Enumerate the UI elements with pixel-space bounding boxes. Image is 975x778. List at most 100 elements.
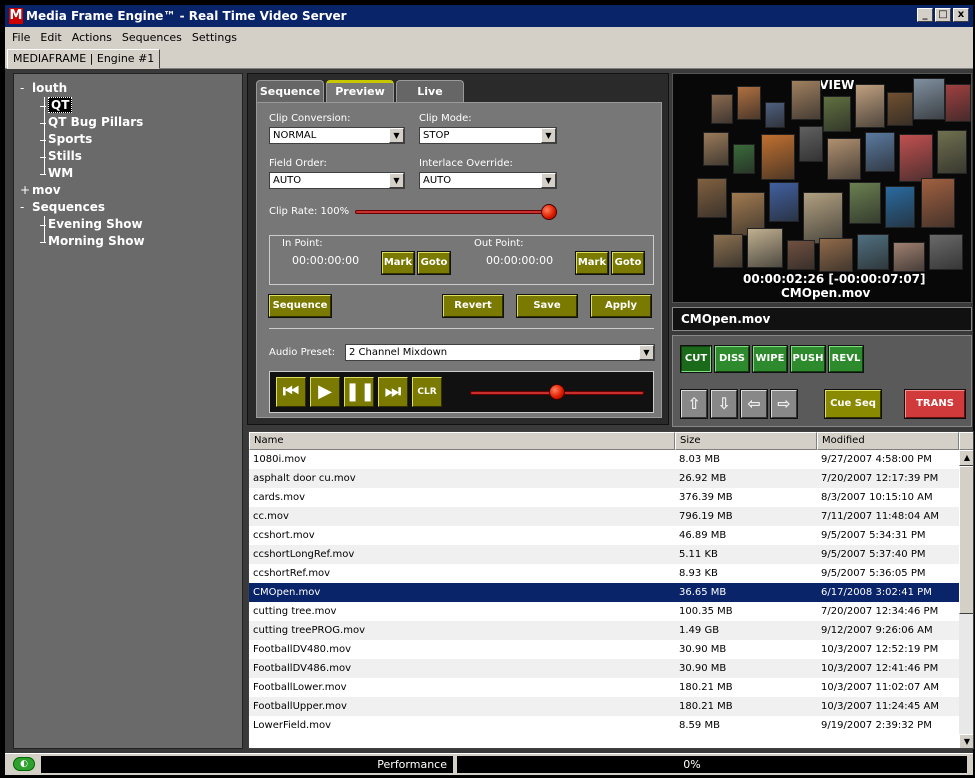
diss-button[interactable]: DISS <box>714 345 750 373</box>
file-list-header: Name Size Modified <box>249 432 973 450</box>
menu-sequences[interactable]: Sequences <box>117 31 187 44</box>
in-out-point-group: In Point: 00:00:00:00 Mark Goto Out Poin… <box>269 235 654 285</box>
dropdown-arrow-icon[interactable]: ▼ <box>389 128 404 143</box>
table-row[interactable]: FootballUpper.mov 180.21 MB 10/3/2007 11:2… <box>249 697 959 716</box>
playback-slider-knob[interactable] <box>549 384 565 400</box>
clip-rate-slider-knob[interactable] <box>541 204 557 220</box>
cut-button[interactable]: CUT <box>680 345 712 373</box>
tree-node-wm[interactable]: WM <box>20 165 242 182</box>
in-point-label: In Point: <box>282 238 323 249</box>
apply-button[interactable]: Apply <box>590 294 652 318</box>
trans-button[interactable]: TRANS <box>904 389 966 419</box>
file-size-cell: 376.39 MB <box>679 492 733 503</box>
arrow-up-icon[interactable]: ⇧ <box>680 389 708 419</box>
table-row[interactable]: ccshortLongRef.mov 5.11 KB 9/5/2007 5:37:4… <box>249 545 959 564</box>
tree-node-stills[interactable]: Stills <box>20 148 242 165</box>
scroll-thumb[interactable] <box>959 466 973 614</box>
column-header-name[interactable]: Name <box>249 432 675 450</box>
preview-thumbnail <box>855 84 885 128</box>
field-order-select[interactable]: AUTO ▼ <box>269 172 405 189</box>
file-modified-cell: 9/12/2007 9:26:06 AM <box>821 625 933 636</box>
table-row[interactable]: cc.mov 796.19 MB 7/11/2007 11:48:04 AM <box>249 507 959 526</box>
table-row[interactable]: FootballDV486.mov 30.90 MB 10/3/2007 12:41… <box>249 659 959 678</box>
dropdown-arrow-icon[interactable]: ▼ <box>541 173 556 188</box>
revl-button[interactable]: REVL <box>828 345 864 373</box>
cue-seq-button[interactable]: Cue Seq <box>824 389 882 419</box>
tree-node-mov[interactable]: + mov <box>20 182 242 199</box>
table-row[interactable]: ccshort.mov 46.89 MB 9/5/2007 5:34:31 PM <box>249 526 959 545</box>
in-mark-button[interactable]: Mark <box>381 251 415 275</box>
transition-panel: CUT DISS WIPE PUSH REVL ⇧ ⇩ ⇦ ⇨ Cue Seq … <box>672 335 972 427</box>
in-goto-button[interactable]: Goto <box>417 251 451 275</box>
arrow-down-icon[interactable]: ⇩ <box>710 389 738 419</box>
arrow-left-icon[interactable]: ⇦ <box>740 389 768 419</box>
tab-live[interactable]: Live <box>396 80 464 102</box>
clip-conversion-select[interactable]: NORMAL ▼ <box>269 127 405 144</box>
arrow-right-icon[interactable]: ⇨ <box>770 389 798 419</box>
table-row[interactable]: cutting tree.mov 100.35 MB 7/20/2007 12:34… <box>249 602 959 621</box>
tree-node-qt-bug-pillars[interactable]: QT Bug Pillars <box>20 114 242 131</box>
wipe-button[interactable]: WIPE <box>752 345 788 373</box>
scroll-down-icon[interactable]: ▼ <box>959 734 973 748</box>
table-row[interactable]: LowerField.mov 8.59 MB 9/19/2007 2:39:32 P… <box>249 716 959 735</box>
audio-preset-select[interactable]: 2 Channel Mixdown ▼ <box>345 344 655 361</box>
out-mark-button[interactable]: Mark <box>575 251 609 275</box>
tree-node-sports[interactable]: Sports <box>20 131 242 148</box>
table-row[interactable]: 1080i.mov 8.03 MB 9/27/2007 4:58:00 PM <box>249 450 959 469</box>
play-icon[interactable]: ▶ <box>310 377 340 407</box>
collapse-icon[interactable]: - <box>20 80 32 97</box>
menu-edit[interactable]: Edit <box>35 31 66 44</box>
clip-mode-select[interactable]: STOP ▼ <box>419 127 557 144</box>
app-logo-icon: M <box>9 8 23 24</box>
tree-node-evening-show[interactable]: Evening Show <box>20 216 242 233</box>
dropdown-arrow-icon[interactable]: ▼ <box>541 128 556 143</box>
push-button[interactable]: PUSH <box>790 345 826 373</box>
tree-node-louth[interactable]: - louth <box>20 80 242 97</box>
sequence-button[interactable]: Sequence <box>268 294 332 318</box>
menu-file[interactable]: File <box>7 31 35 44</box>
expand-icon[interactable]: + <box>20 182 32 199</box>
table-row[interactable]: asphalt door cu.mov 26.92 MB 7/20/2007 12:… <box>249 469 959 488</box>
engine-tab-strip: MEDIAFRAME | Engine #1 <box>5 47 973 69</box>
save-button[interactable]: Save <box>516 294 578 318</box>
tab-sequence[interactable]: Sequence <box>256 80 324 102</box>
maximize-button[interactable]: □ <box>935 8 951 22</box>
skip-to-start-icon[interactable]: ⏮ <box>276 377 306 407</box>
tree-node-morning-show[interactable]: Morning Show <box>20 233 242 250</box>
table-row[interactable]: cutting treePROG.mov 1.49 GB 9/12/2007 9:2… <box>249 621 959 640</box>
dropdown-arrow-icon[interactable]: ▼ <box>389 173 404 188</box>
preview-thumbnail <box>819 238 853 272</box>
table-row[interactable]: cards.mov 376.39 MB 8/3/2007 10:15:10 AM <box>249 488 959 507</box>
tree-node-qt[interactable]: QT <box>20 97 242 114</box>
main-content: - louth QT QT Bug Pillars Sports Stills W… <box>5 69 974 753</box>
file-modified-cell: 10/3/2007 12:41:46 PM <box>821 663 939 674</box>
table-row[interactable]: FootballLower.mov 180.21 MB 10/3/2007 11:0… <box>249 678 959 697</box>
out-goto-button[interactable]: Goto <box>611 251 645 275</box>
vertical-scrollbar[interactable]: ▲ ▼ <box>959 450 973 748</box>
close-button[interactable]: x <box>953 8 969 22</box>
table-row[interactable]: FootballDV480.mov 30.90 MB 10/3/2007 12:52… <box>249 640 959 659</box>
menu-bar: File Edit Actions Sequences Settings <box>5 27 973 47</box>
audio-preset-label: Audio Preset: <box>269 347 336 358</box>
dropdown-arrow-icon[interactable]: ▼ <box>639 345 654 360</box>
interlace-override-select[interactable]: AUTO ▼ <box>419 172 557 189</box>
tab-engine-1[interactable]: MEDIAFRAME | Engine #1 <box>7 49 161 69</box>
tree-node-sequences[interactable]: - Sequences <box>20 199 242 216</box>
skip-to-end-icon[interactable]: ⏭ <box>378 377 408 407</box>
table-row[interactable]: ccshortRef.mov 8.93 KB 9/5/2007 5:36:05 PM <box>249 564 959 583</box>
menu-settings[interactable]: Settings <box>187 31 242 44</box>
scroll-up-icon[interactable]: ▲ <box>959 450 973 466</box>
revert-button[interactable]: Revert <box>442 294 504 318</box>
column-header-modified[interactable]: Modified <box>817 432 959 450</box>
table-row[interactable]: CMOpen.mov 36.65 MB 6/17/2008 3:02:41 PM <box>249 583 959 602</box>
preview-tab-body: Clip Conversion: NORMAL ▼ Clip Mode: STOP… <box>256 102 662 418</box>
current-clip-name: CMOpen.mov <box>672 307 972 331</box>
tab-preview[interactable]: Preview <box>326 80 394 102</box>
clr-button[interactable]: CLR <box>412 377 442 407</box>
collapse-icon[interactable]: - <box>20 199 32 216</box>
column-header-size[interactable]: Size <box>675 432 817 450</box>
minimize-button[interactable]: _ <box>917 8 933 22</box>
pause-icon[interactable]: ❚❚ <box>344 377 375 407</box>
clip-rate-slider-track[interactable] <box>355 210 553 214</box>
menu-actions[interactable]: Actions <box>67 31 117 44</box>
